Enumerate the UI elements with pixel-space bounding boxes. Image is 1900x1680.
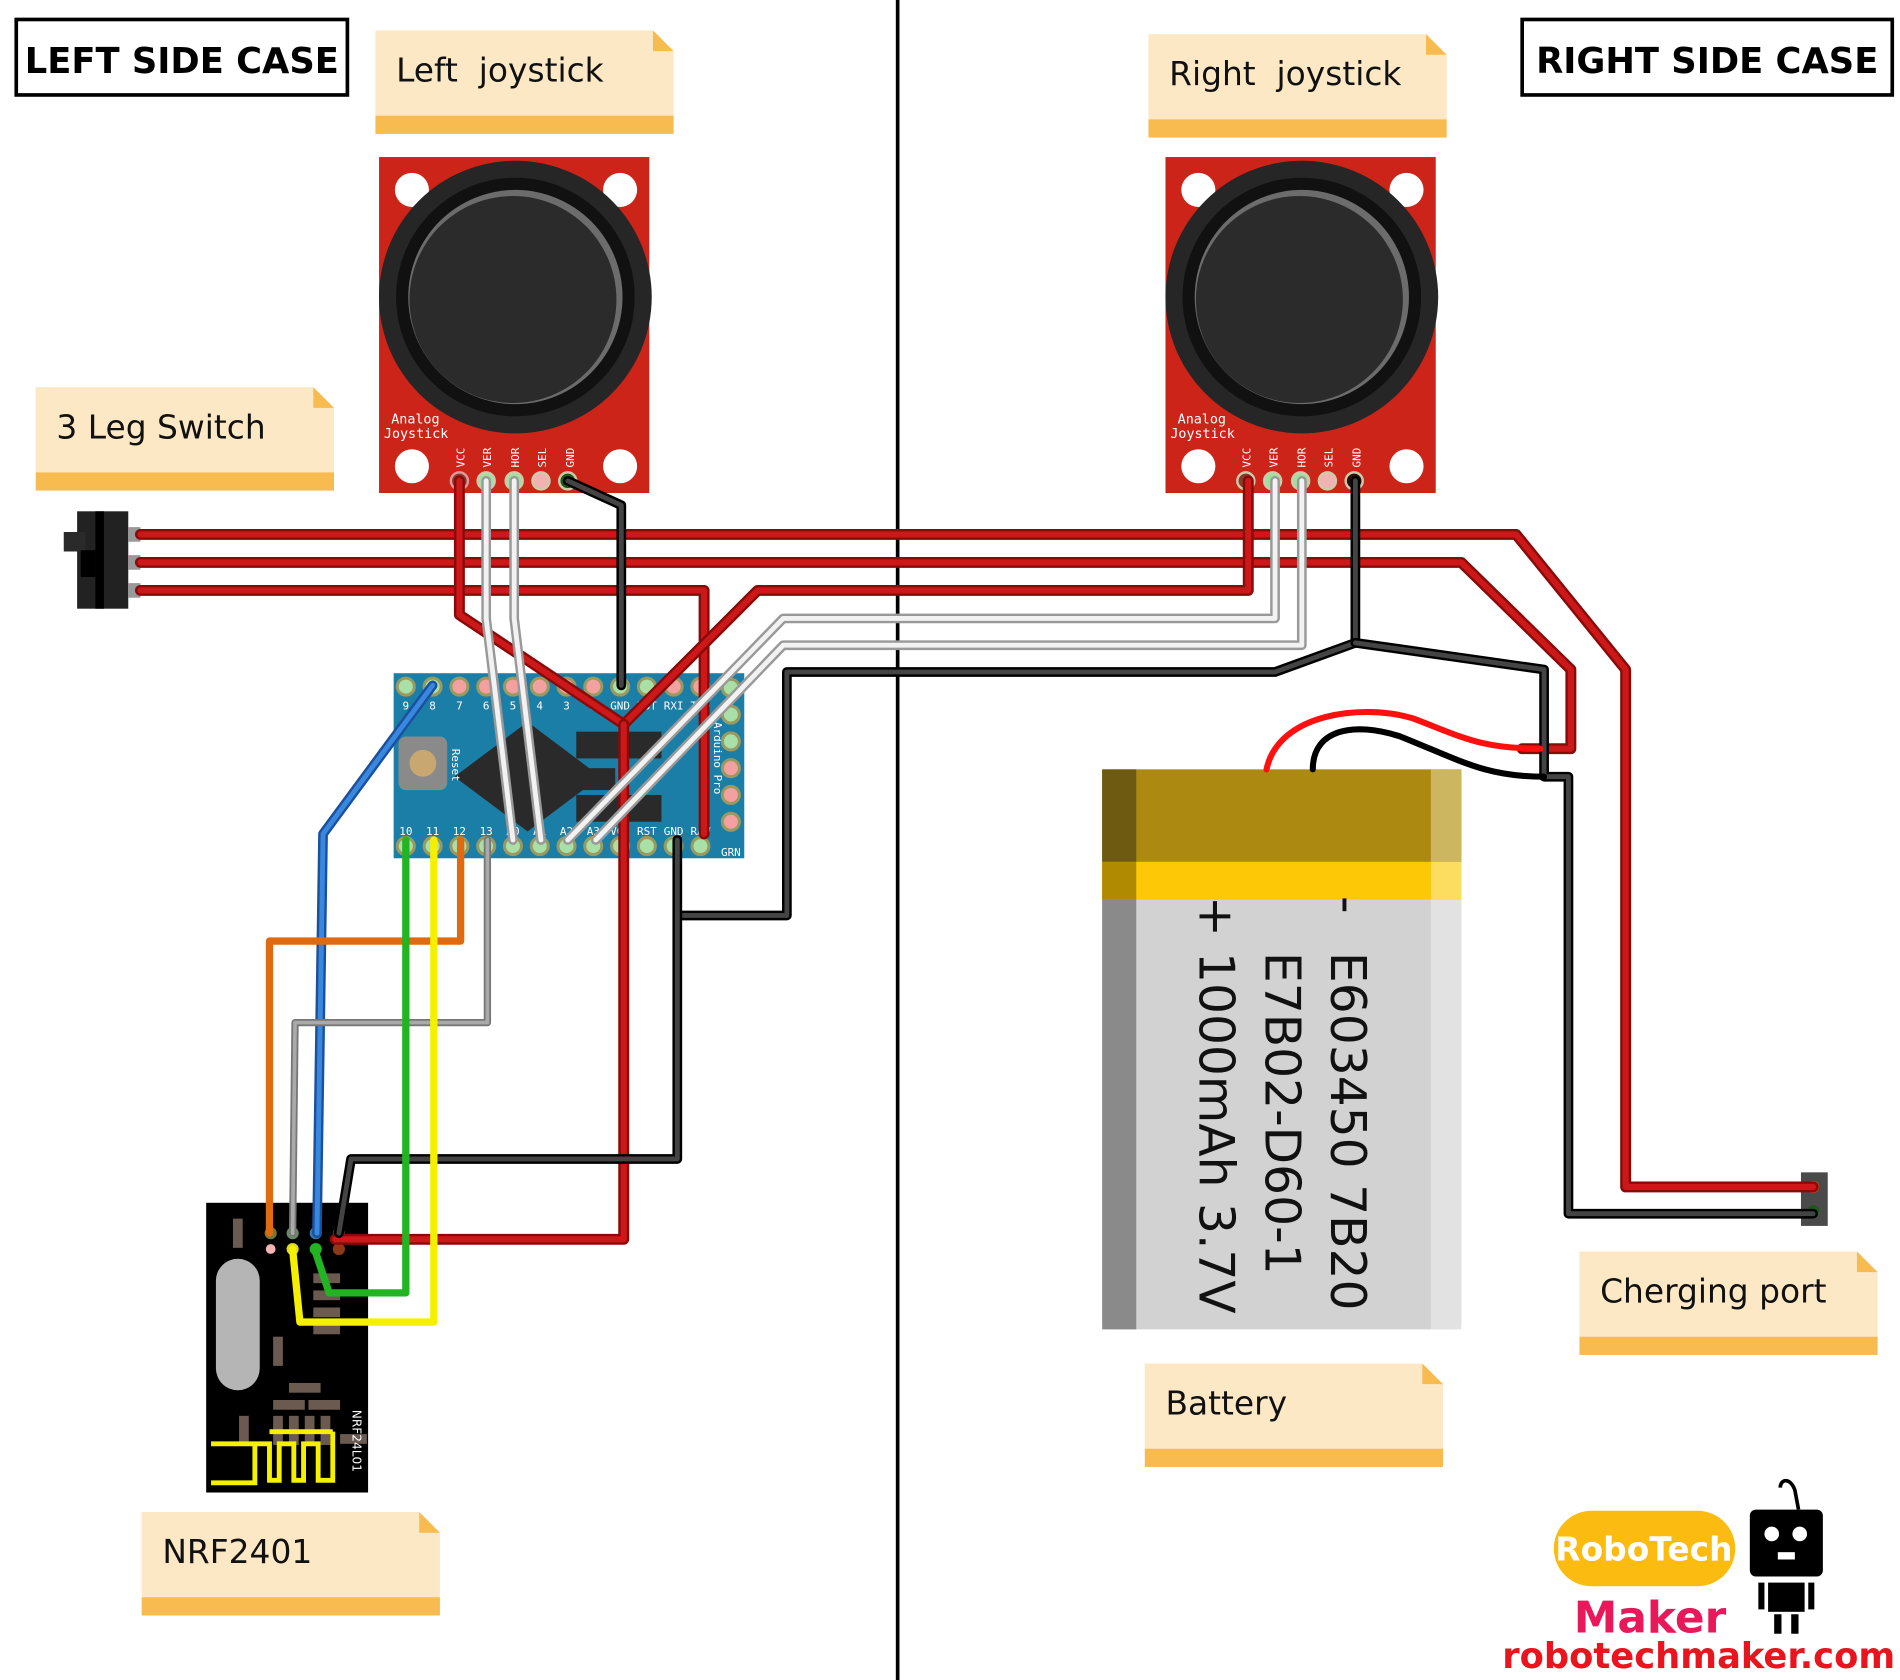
note-nrf-text: NRF2401	[162, 1532, 312, 1571]
wire-red	[453, 475, 1254, 730]
lipo-battery[interactable]: E603450 7B20 E7B02-D60-1 1000mAh 3.7V - …	[1102, 769, 1462, 1330]
battery-label-2: E7B02-D60-1	[1253, 952, 1309, 1275]
wire-black	[565, 478, 624, 688]
svg-text:HOR: HOR	[509, 447, 522, 467]
reset-label: Reset	[449, 749, 462, 782]
note-battery[interactable]: Battery	[1144, 1363, 1444, 1467]
battery-minus: -	[1319, 896, 1375, 914]
right-case-title: RIGHT SIDE CASE	[1520, 17, 1895, 97]
joystick-label-2: Joystick	[384, 427, 448, 442]
battery-plus: +	[1188, 896, 1244, 937]
header-pin-label: 11	[426, 825, 439, 838]
slide-switch[interactable]	[63, 511, 141, 609]
joystick-label-2: Joystick	[1170, 427, 1234, 442]
header-pin-label: 5	[510, 700, 517, 713]
header-pin-label: GND	[664, 825, 684, 838]
left-case-title: LEFT SIDE CASE	[14, 17, 350, 97]
joystick-label-1: Analog	[1178, 413, 1226, 428]
note-charging-port[interactable]: Cherging port	[1579, 1251, 1878, 1355]
note-charging-port-text: Cherging port	[1600, 1272, 1827, 1311]
svg-text:SEL: SEL	[536, 447, 549, 467]
svg-text:VER: VER	[1267, 447, 1280, 467]
battery-label-3: 1000mAh 3.7V	[1188, 952, 1244, 1314]
wire-red	[134, 528, 1819, 1193]
header-pin	[690, 836, 711, 857]
header-pin	[449, 676, 470, 697]
right-joystick[interactable]: Analog Joystick VCC VER HOR SEL GND	[1165, 157, 1439, 494]
svg-text:GND: GND	[564, 448, 577, 468]
svg-text:VCC: VCC	[1241, 448, 1254, 468]
left-joystick[interactable]: Analog Joystick VCC VER HOR SEL GND	[379, 157, 652, 494]
note-switch-text: 3 Leg Switch	[56, 407, 265, 446]
header-pin-label: 8	[429, 700, 436, 713]
svg-text:GND: GND	[1350, 448, 1363, 468]
header-pin-label: 3	[563, 700, 570, 713]
header-pin	[720, 811, 741, 832]
header-pin-label: 7	[456, 700, 463, 713]
header-pin	[720, 784, 741, 806]
header-pin-label: 13	[480, 825, 493, 838]
header-pin	[720, 731, 741, 752]
header-pin-label: RST	[637, 825, 657, 838]
note-right-joystick[interactable]: Right joystick	[1148, 34, 1447, 138]
header-pin	[395, 676, 416, 697]
battery-label-1: E603450 7B20	[1319, 952, 1375, 1310]
header-pin-label: 4	[536, 700, 543, 713]
note-nrf[interactable]: NRF2401	[141, 1512, 440, 1616]
svg-text:SEL: SEL	[1322, 447, 1335, 467]
header-pin-label: 10	[399, 825, 412, 838]
header-pin	[583, 676, 604, 697]
header-pin	[720, 758, 741, 779]
svg-text:VCC: VCC	[454, 448, 467, 468]
robot-mascot-icon	[1749, 1478, 1823, 1634]
note-right-joystick-text: Right joystick	[1169, 54, 1401, 93]
note-left-joystick-text: Left joystick	[396, 51, 604, 90]
left-case-title-text: LEFT SIDE CASE	[25, 41, 339, 82]
nrf24l01-module[interactable]: NRF24L01	[206, 1202, 369, 1493]
nrf-chip-label: NRF24L01	[349, 1410, 363, 1472]
arduino-pro-mini[interactable]: Reset Arduino Pro 9 8 7 6 5 4 3 2 GND RST RXI TXO 1…	[393, 673, 745, 859]
header-pin-label: 6	[483, 700, 490, 713]
board-name: Arduino Pro	[711, 722, 724, 794]
svg-text:HOR: HOR	[1295, 447, 1308, 467]
svg-text:VER: VER	[481, 447, 494, 467]
right-case-title-text: RIGHT SIDE CASE	[1536, 41, 1878, 82]
header-pin-label: RXI	[664, 700, 684, 713]
header-pin	[636, 836, 657, 857]
wires	[134, 475, 1819, 1326]
note-switch[interactable]: 3 Leg Switch	[35, 387, 334, 491]
header-pin-label: GRN	[721, 846, 741, 859]
logo-url: robotechmaker.com	[1502, 1636, 1895, 1677]
joystick-label-1: Analog	[391, 413, 439, 428]
wire-black	[562, 476, 627, 691]
note-left-joystick[interactable]: Left joystick	[375, 30, 674, 134]
note-battery-text: Battery	[1165, 1384, 1287, 1423]
logo-brand: RoboTech	[1555, 1530, 1732, 1569]
wire-red	[137, 531, 1817, 1190]
robotech-logo: RoboTech Maker robotechmaker.com	[1502, 1478, 1895, 1677]
wiring-diagram: LEFT SIDE CASE RIGHT SIDE CASE Left joys…	[14, 0, 1895, 1680]
header-pin-label: 12	[453, 825, 466, 838]
header-pin	[529, 676, 550, 697]
